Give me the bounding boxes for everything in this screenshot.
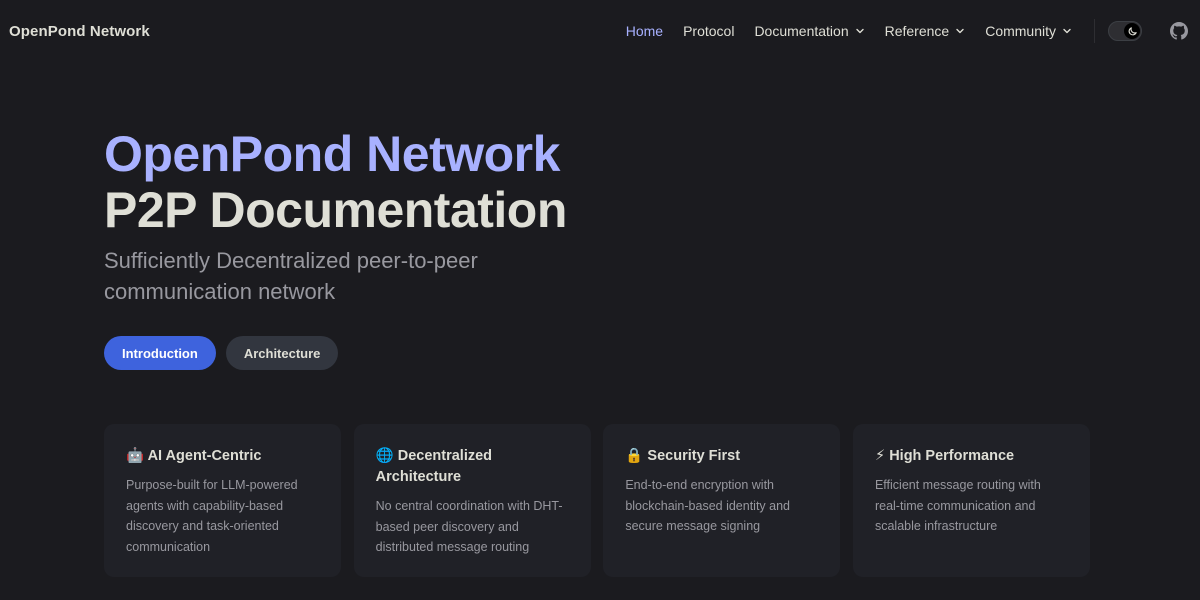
feature-card: 🤖 AI Agent-Centric Purpose-built for LLM… [104, 424, 341, 577]
feature-title-text: AI Agent-Centric [147, 448, 262, 464]
chevron-down-icon [1063, 28, 1071, 34]
feature-details: End-to-end encryption with blockchain-ba… [625, 478, 791, 533]
theme-toggle[interactable] [1108, 21, 1142, 41]
feature-title: ⚡ High Performance [875, 446, 1068, 467]
hero-name: OpenPond Network [104, 126, 560, 182]
feature-title: 🌐 Decentralized Architecture [376, 446, 569, 488]
feature-details: Purpose-built for LLM-powered agents wit… [126, 478, 298, 554]
switch-knob [1124, 23, 1140, 39]
nav-divider [1094, 19, 1095, 43]
chevron-down-icon [855, 28, 864, 34]
lock-icon: 🔒 [625, 448, 644, 464]
robot-icon: 🤖 [126, 448, 145, 464]
nav-item-label: Home [625, 23, 664, 39]
lightning-icon: ⚡ [874, 448, 886, 464]
feature-title-text: Security First [647, 448, 741, 464]
nav-item-label: Community [985, 23, 1056, 39]
features-grid: 🤖 AI Agent-Centric Purpose-built for LLM… [104, 424, 1090, 577]
nav-item-label: Protocol [683, 23, 735, 39]
globe-icon: 🌐 [375, 448, 394, 464]
feature-details: No central coordination with DHT-based p… [375, 499, 563, 554]
feature-card: ⚡ High Performance Efficient message rou… [852, 424, 1090, 577]
hero-heading: OpenPond Network P2P Documentation [104, 126, 804, 238]
feature-title: 🤖 AI Agent-Centric [126, 446, 319, 467]
feature-card: 🌐 Decentralized Architecture No central … [353, 424, 591, 577]
nav-item-reference[interactable]: Reference [875, 23, 976, 39]
nav-item-protocol[interactable]: Protocol [673, 23, 744, 39]
hero-actions: Introduction Architecture [104, 336, 804, 370]
nav-menu: Home Protocol Documentation Reference Co… [616, 0, 1188, 62]
architecture-button[interactable]: Architecture [225, 336, 339, 370]
nav-item-label: Reference [884, 23, 950, 39]
nav-item-home[interactable]: Home [616, 23, 673, 39]
top-navbar: OpenPond Network Home Protocol Documenta… [0, 0, 1200, 62]
hero-text: P2P Documentation [104, 182, 567, 238]
site-title[interactable]: OpenPond Network [9, 23, 150, 40]
feature-title: 🔒 Security First [625, 446, 818, 467]
hero-tagline: Sufficiently Decentralized peer-to-peer … [104, 248, 478, 304]
nav-item-community[interactable]: Community [975, 23, 1082, 39]
nav-item-label: Documentation [754, 23, 849, 39]
introduction-button[interactable]: Introduction [104, 336, 216, 370]
feature-title-text: High Performance [889, 448, 1015, 464]
moon-icon [1128, 26, 1137, 35]
hero-section: OpenPond Network P2P Documentation Suffi… [104, 126, 804, 370]
feature-card: 🔒 Security First End-to-end encryption w… [603, 424, 841, 577]
feature-details: Efficient message routing with real-time… [874, 478, 1041, 533]
feature-title-text: Decentralized Architecture [375, 448, 493, 485]
chevron-down-icon [956, 28, 964, 34]
nav-item-documentation[interactable]: Documentation [744, 23, 874, 39]
github-icon [1170, 22, 1188, 40]
github-link[interactable] [1170, 22, 1188, 40]
